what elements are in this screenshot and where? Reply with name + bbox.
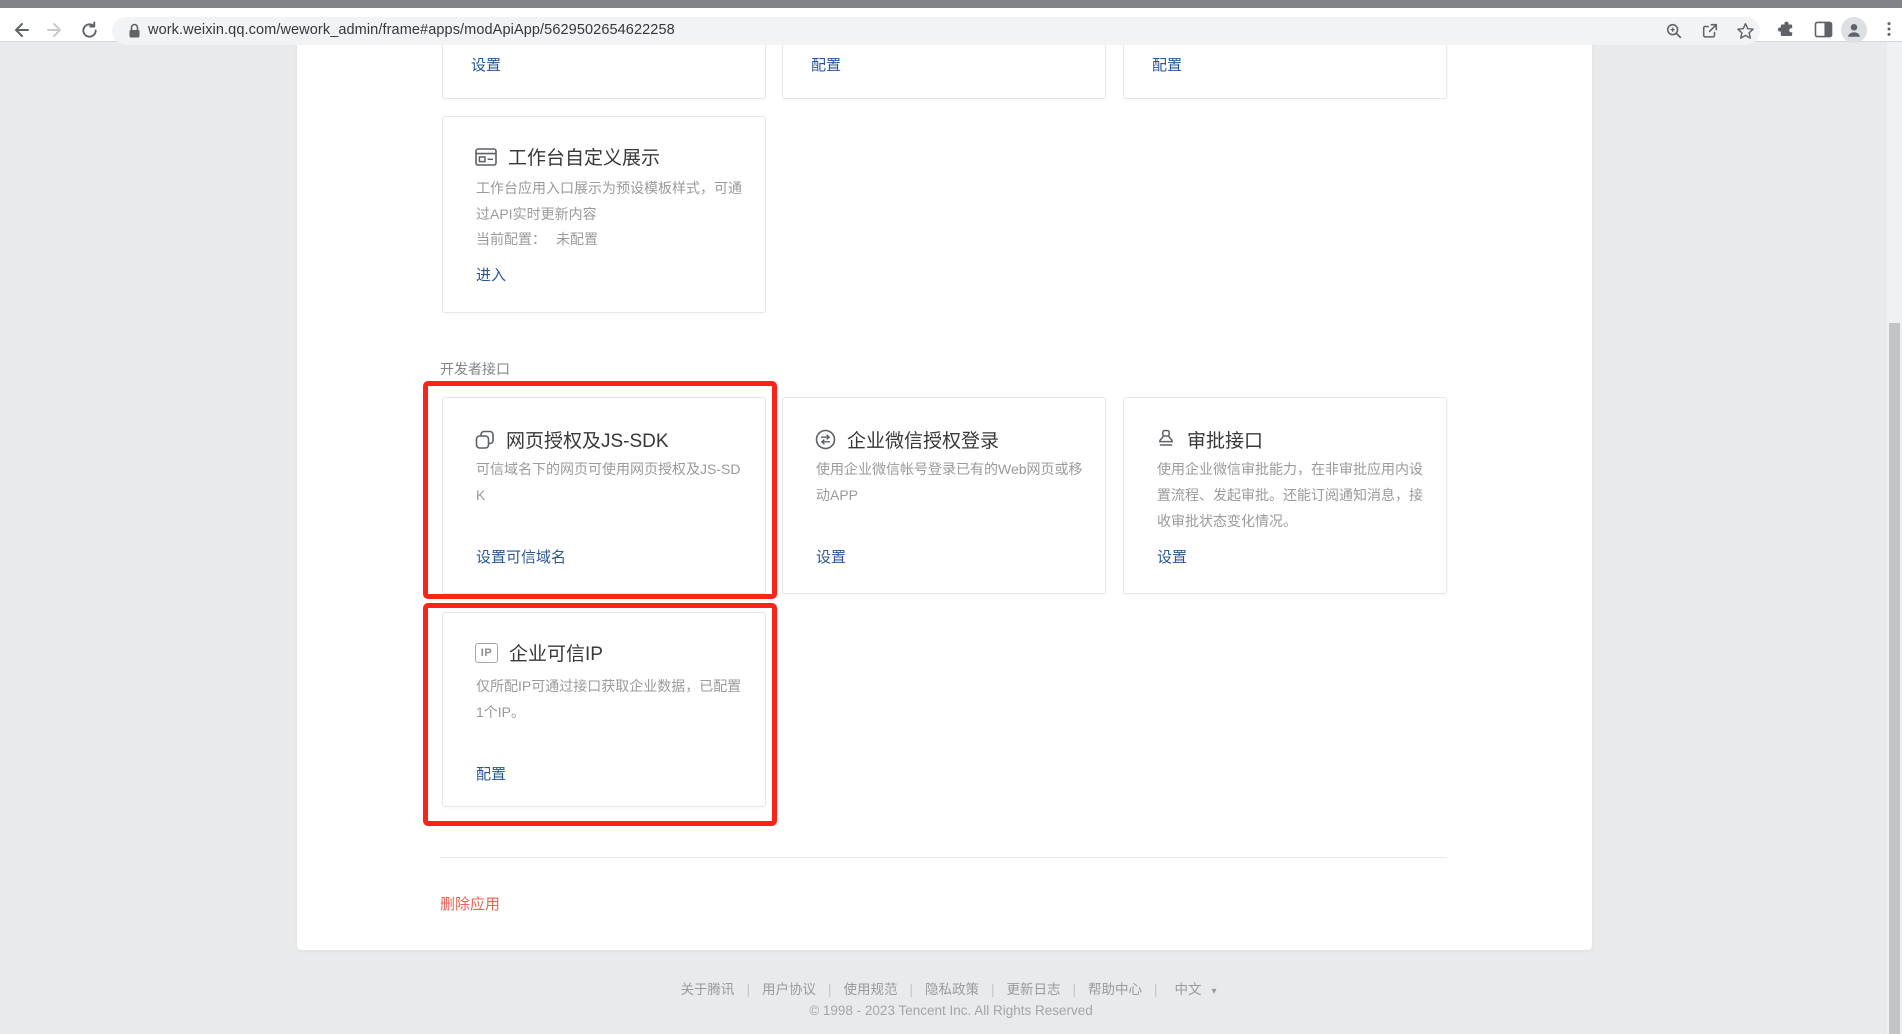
footer-separator: | [991, 982, 995, 997]
dev-card-auth-login-title-row: 企业微信授权登录 [815, 426, 999, 453]
footer-link-agreement[interactable]: 用户协议 [762, 982, 816, 997]
ip-icon: IP [475, 643, 498, 663]
dev-card-auth-login-desc: 使用企业微信帐号登录已有的Web网页或移动APP [816, 456, 1088, 508]
dev-card-approval-desc: 使用企业微信审批能力，在非审批应用内设置流程、发起审批。还能订阅通知消息，接收审… [1157, 456, 1429, 534]
footer-separator: | [909, 982, 913, 997]
browser-toolbar: work.weixin.qq.com/wework_admin/frame#ap… [0, 8, 1902, 42]
footer-link-rules[interactable]: 使用规范 [843, 982, 897, 997]
lock-icon[interactable] [124, 21, 144, 41]
footer-copyright: © 1998 - 2023 Tencent Inc. All Rights Re… [0, 1003, 1902, 1018]
divider [440, 857, 1447, 858]
copy-pages-icon [475, 430, 495, 450]
bookmark-button[interactable] [1735, 21, 1755, 41]
footer-link-help[interactable]: 帮助中心 [1088, 982, 1142, 997]
workbench-card-title: 工作台自定义展示 [508, 143, 660, 170]
stamp-icon [1156, 429, 1176, 450]
url-input[interactable]: work.weixin.qq.com/wework_admin/frame#ap… [148, 22, 675, 38]
dev-card-web-auth-link[interactable]: 设置可信域名 [476, 546, 566, 567]
star-icon [1736, 22, 1755, 41]
url-bar[interactable]: work.weixin.qq.com/wework_admin/frame#ap… [112, 17, 1760, 45]
footer-language-selector[interactable]: 中文 ▾ [1170, 982, 1222, 997]
swap-circle-icon [815, 429, 836, 450]
window-top-strip [0, 0, 1902, 8]
trusted-ip-card-desc: 仅所配IP可通过接口获取企业数据，已配置1个IP。 [476, 673, 748, 725]
forward-button[interactable] [44, 19, 66, 41]
back-arrow-icon [11, 20, 31, 40]
dev-card-approval-title-row: 审批接口 [1156, 426, 1263, 453]
footer-link-about[interactable]: 关于腾讯 [680, 982, 734, 997]
footer-link-privacy[interactable]: 隐私政策 [925, 982, 979, 997]
footer-links: 关于腾讯 | 用户协议 | 使用规范 | 隐私政策 | 更新日志 | 帮助中心 | 中文 ▾ [0, 978, 1902, 998]
workbench-card-desc: 工作台应用入口展示为预设模板样式，可通过API实时更新内容 [476, 175, 748, 227]
puzzle-icon [1777, 20, 1796, 39]
scrollbar-track[interactable] [1887, 42, 1902, 1034]
workbench-card-enter-link[interactable]: 进入 [476, 264, 506, 285]
top-card-3-link[interactable]: 配置 [1152, 54, 1182, 75]
side-panel-icon [1814, 21, 1833, 38]
config-label: 当前配置： [476, 231, 546, 247]
scrollbar-thumb[interactable] [1889, 323, 1900, 1034]
side-panel-button[interactable] [1813, 19, 1833, 39]
dev-card-auth-login-link[interactable]: 设置 [816, 546, 846, 567]
dev-card-approval-link[interactable]: 设置 [1157, 546, 1187, 567]
magnifier-icon [1665, 22, 1683, 40]
delete-app-link[interactable]: 删除应用 [440, 893, 500, 914]
footer-separator: | [1073, 982, 1077, 997]
browser-chrome: work.weixin.qq.com/wework_admin/frame#ap… [0, 0, 1902, 42]
dev-card-web-auth-desc: 可信域名下的网页可使用网页授权及JS-SDK [476, 456, 748, 508]
trusted-ip-card-config-link[interactable]: 配置 [476, 763, 506, 784]
footer-separator: | [746, 982, 750, 997]
dev-card-web-auth-title-row: 网页授权及JS-SDK [475, 426, 669, 453]
ip-icon-text: IP [481, 647, 492, 659]
section-label-developer-api: 开发者接口 [440, 359, 510, 379]
top-card-2-link[interactable]: 配置 [811, 54, 841, 75]
trusted-ip-card-title: 企业可信IP [509, 639, 603, 666]
dev-card-auth-login: 企业微信授权登录 使用企业微信帐号登录已有的Web网页或移动APP 设置 [782, 397, 1106, 594]
trusted-ip-card-title-row: IP 企业可信IP [475, 639, 603, 666]
browser-menu-button[interactable] [1879, 19, 1899, 39]
footer-language-label: 中文 [1175, 982, 1202, 997]
profile-avatar[interactable] [1841, 17, 1867, 43]
dev-card-approval-title: 审批接口 [1187, 426, 1263, 453]
forward-arrow-icon [45, 20, 65, 40]
refresh-icon [80, 21, 99, 40]
extensions-button[interactable] [1776, 19, 1796, 39]
share-button[interactable] [1700, 21, 1720, 41]
zoom-page-icon[interactable] [1664, 21, 1684, 41]
footer-separator: | [1154, 982, 1158, 997]
person-icon [1845, 21, 1863, 39]
trusted-ip-card: IP 企业可信IP 仅所配IP可通过接口获取企业数据，已配置1个IP。 配置 [442, 612, 766, 807]
screen: 设置 配置 配置 工作台自定义展示 工作台应用入口展示为预设模板样式，可通过AP… [0, 0, 1902, 1034]
workbench-card: 工作台自定义展示 工作台应用入口展示为预设模板样式，可通过API实时更新内容 当… [442, 116, 766, 313]
footer-link-changelog[interactable]: 更新日志 [1007, 982, 1061, 997]
dev-card-web-auth: 网页授权及JS-SDK 可信域名下的网页可使用网页授权及JS-SDK 设置可信域… [442, 397, 766, 594]
language-dropdown-arrow-icon: ▾ [1212, 986, 1217, 997]
dev-card-web-auth-title: 网页授权及JS-SDK [506, 426, 669, 453]
config-value: 未配置 [556, 231, 598, 247]
workbench-window-icon [475, 148, 497, 166]
share-icon [1701, 22, 1719, 40]
dev-card-approval: 审批接口 使用企业微信审批能力，在非审批应用内设置流程、发起审批。还能订阅通知消… [1123, 397, 1447, 594]
dev-card-auth-login-title: 企业微信授权登录 [847, 426, 999, 453]
footer-separator: | [828, 982, 832, 997]
workbench-card-title-row: 工作台自定义展示 [475, 143, 660, 170]
workbench-card-config: 当前配置： 未配置 [476, 229, 598, 249]
refresh-button[interactable] [78, 19, 100, 41]
lock-glyph-icon [128, 23, 141, 39]
kebab-menu-icon [1880, 20, 1898, 38]
back-button[interactable] [10, 19, 32, 41]
top-card-1-link[interactable]: 设置 [471, 54, 501, 75]
